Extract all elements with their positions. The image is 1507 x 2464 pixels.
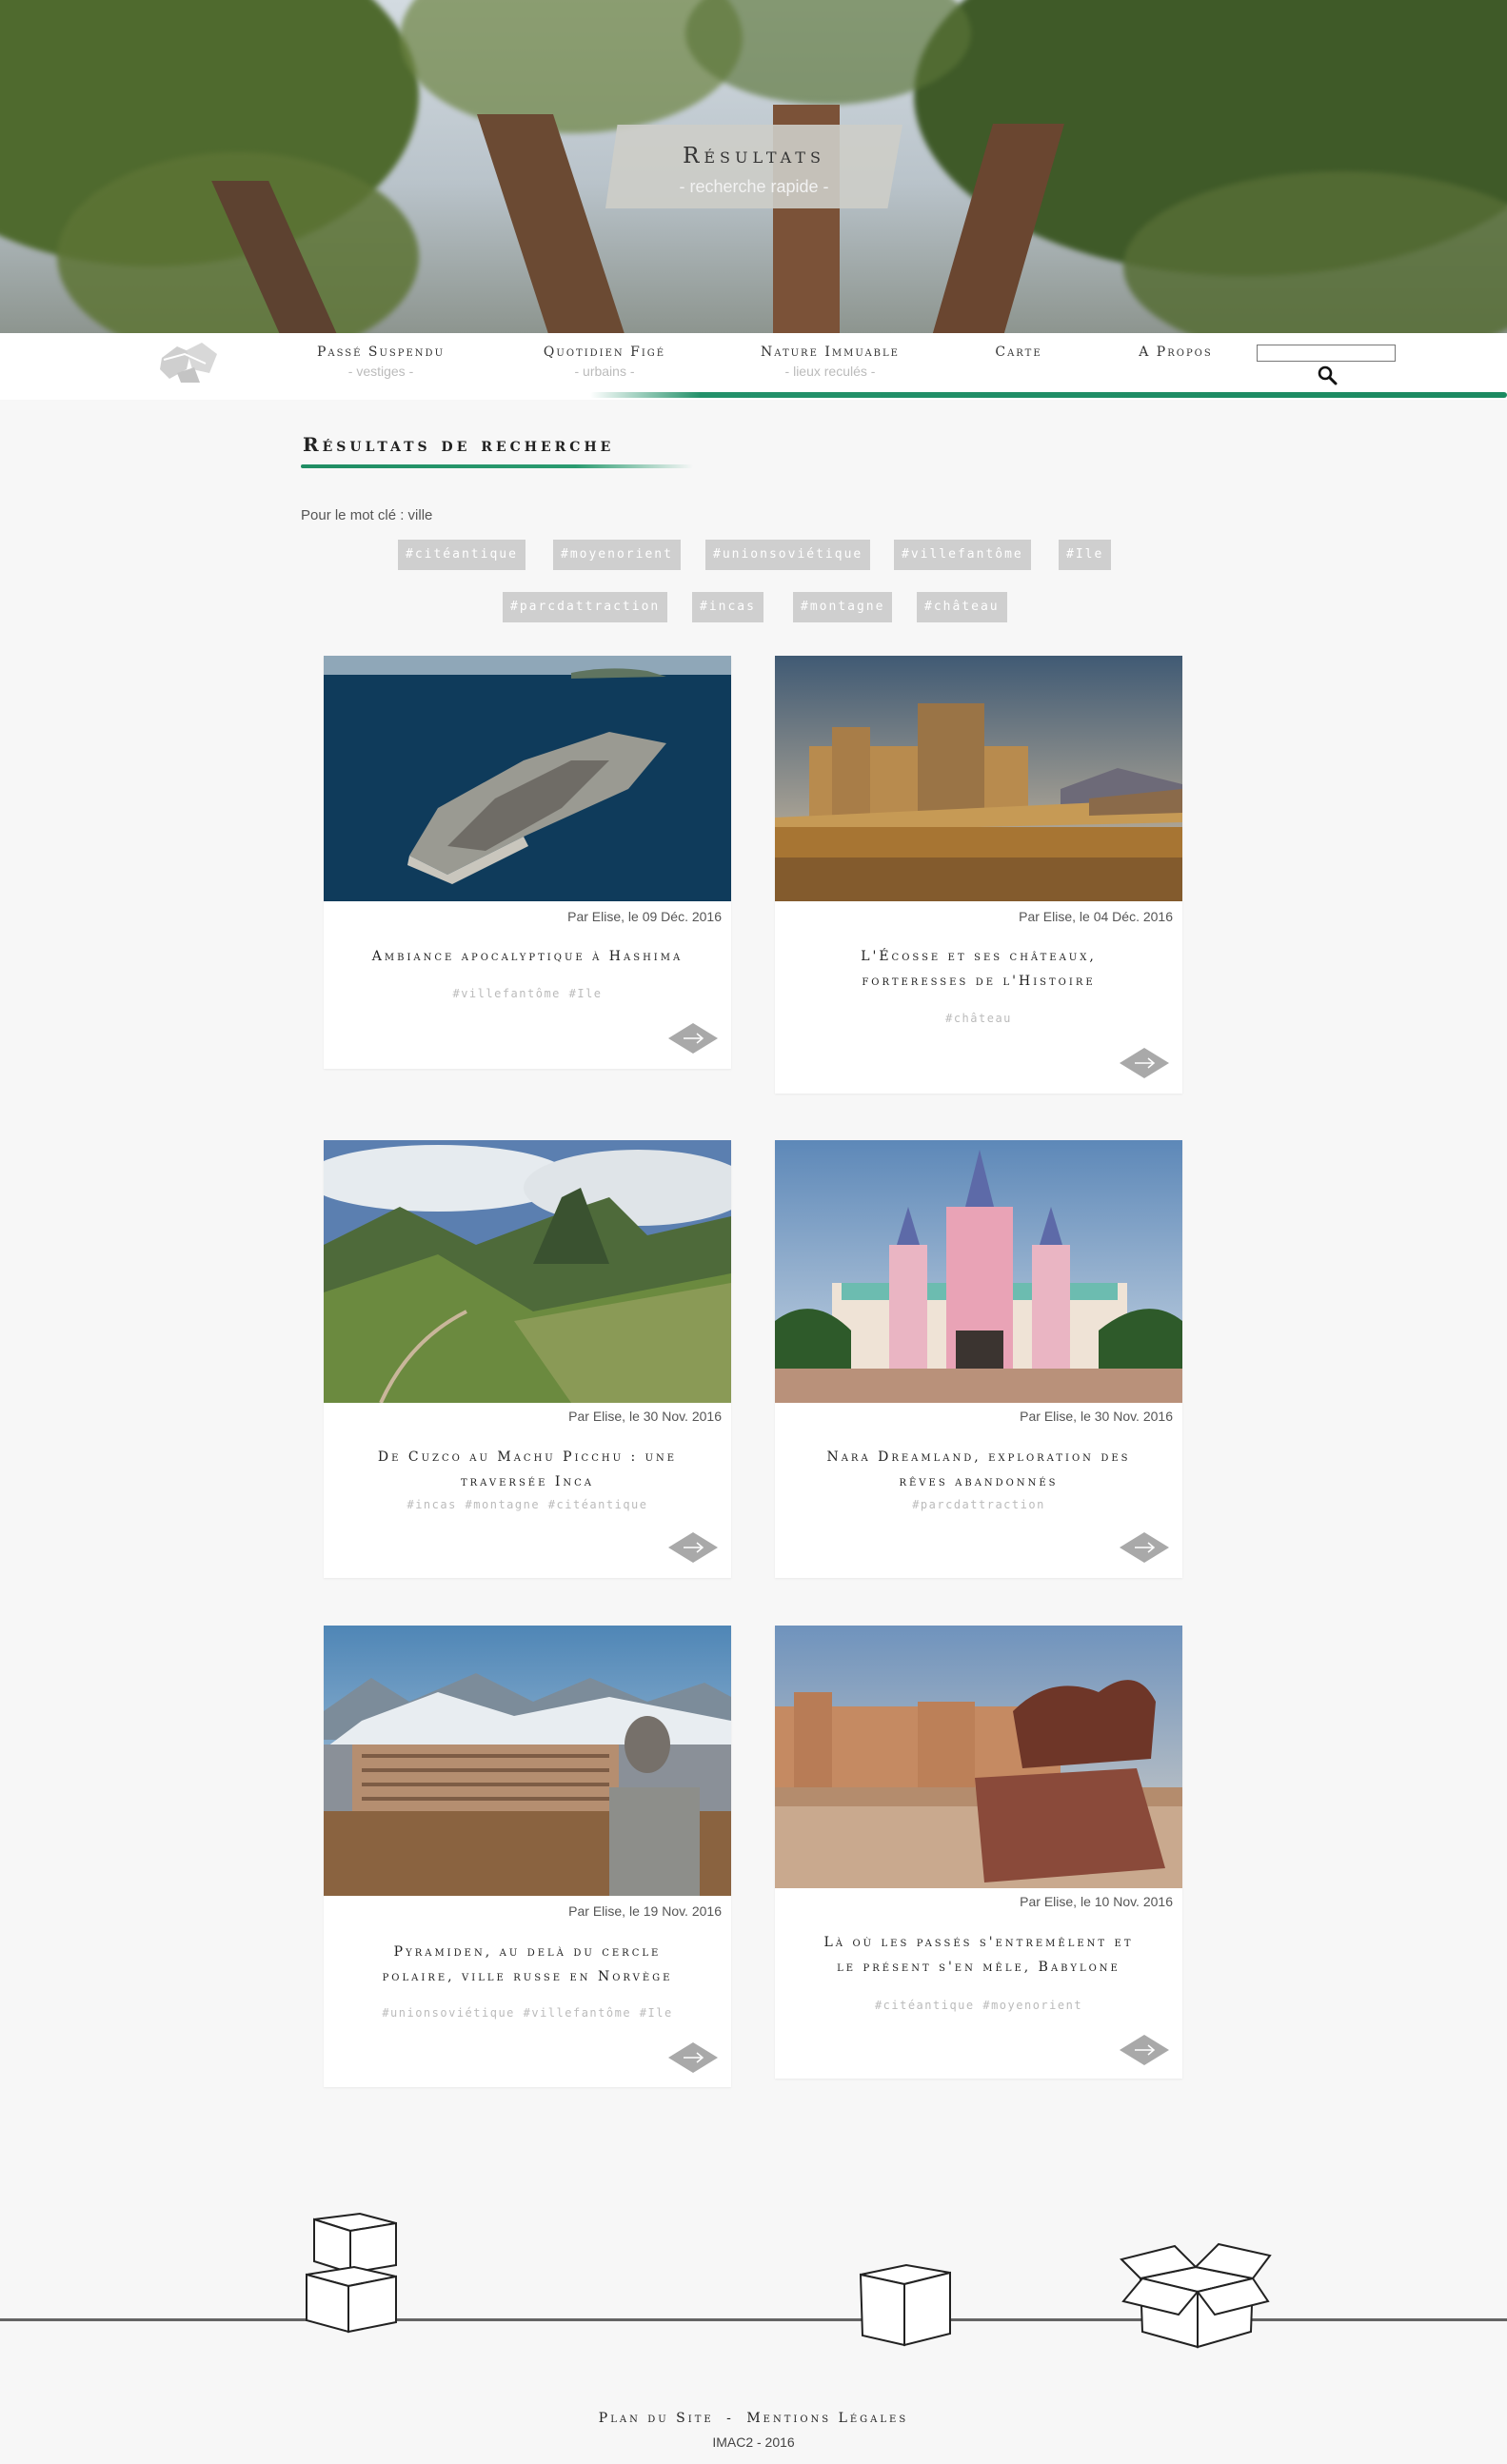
article-meta: Par Elise, le 09 Déc. 2016 xyxy=(567,909,722,924)
nav-item-label: Nature Immuable xyxy=(761,345,900,360)
article-tags: #château xyxy=(945,1012,1012,1025)
arrow-diamond-icon[interactable] xyxy=(666,2039,720,2077)
article-meta: Par Elise, le 30 Nov. 2016 xyxy=(568,1409,722,1424)
nav-item-carte[interactable]: Carte xyxy=(981,345,1057,360)
nav-item-sublabel: - urbains - xyxy=(574,364,635,379)
article-meta: Par Elise, le 10 Nov. 2016 xyxy=(1020,1894,1173,1909)
nav-item-label: A Propos xyxy=(1139,345,1213,360)
article-title[interactable]: L'Écosse et ses châteaux, forteresses de… xyxy=(823,944,1135,994)
tag-citeantique[interactable]: #citéantique xyxy=(398,540,525,570)
article-card-babylone[interactable]: Par Elise, le 10 Nov. 2016 Là où les pas… xyxy=(775,1626,1182,2079)
footer-ground-line xyxy=(0,2318,1507,2321)
tag-chateau[interactable]: #château xyxy=(917,592,1007,622)
footer-copyright: IMAC2 - 2016 xyxy=(712,2434,795,2450)
box-icon xyxy=(859,2263,951,2347)
nav-item-nature-immuable[interactable]: Nature Immuable - lieux reculés - xyxy=(744,345,916,379)
nav-item-sublabel: - vestiges - xyxy=(347,364,414,379)
tag-montagne[interactable]: #montagne xyxy=(793,592,893,622)
nav-item-label: Passé Suspendu xyxy=(316,345,445,360)
logo-icon[interactable] xyxy=(158,341,221,384)
box-icon xyxy=(306,2212,397,2334)
tag-villefantome[interactable]: #villefantôme xyxy=(894,540,1031,570)
nav-item-sublabel: - lieux reculés - xyxy=(784,364,876,379)
article-tags: #unionsoviétique #villefantôme #Ile xyxy=(382,2006,673,2020)
tag-parcdattraction[interactable]: #parcdattraction xyxy=(503,592,668,622)
article-image-ecosse xyxy=(775,656,1182,901)
article-title[interactable]: Nara Dreamland, exploration des rêves ab… xyxy=(823,1445,1135,1494)
article-image-hashima xyxy=(324,656,731,901)
article-card-pyramiden[interactable]: Par Elise, le 19 Nov. 2016 Pyramiden, au… xyxy=(324,1626,731,2087)
article-card-ecosse[interactable]: Par Elise, le 04 Déc. 2016 L'Écosse et s… xyxy=(775,656,1182,1094)
article-image-babylone xyxy=(775,1626,1182,1888)
tag-incas[interactable]: #incas xyxy=(692,592,763,622)
article-meta: Par Elise, le 19 Nov. 2016 xyxy=(568,1903,722,1919)
results-heading: Résultats de recherche xyxy=(303,433,615,456)
article-card-machu-picchu[interactable]: Par Elise, le 30 Nov. 2016 De Cuzco au M… xyxy=(324,1140,731,1578)
arrow-diamond-icon[interactable] xyxy=(1118,2031,1171,2069)
arrow-diamond-icon[interactable] xyxy=(1118,1528,1171,1567)
article-card-hashima[interactable]: Par Elise, le 09 Déc. 2016 Ambiance apoc… xyxy=(324,656,731,1069)
footer-link-plan[interactable]: Plan du Site xyxy=(599,2411,714,2426)
arrow-diamond-icon[interactable] xyxy=(666,1528,720,1567)
nav-item-a-propos[interactable]: A Propos xyxy=(1123,345,1228,360)
box-icon xyxy=(1120,2242,1272,2349)
article-card-nara-dreamland[interactable]: Par Elise, le 30 Nov. 2016 Nara Dreamlan… xyxy=(775,1140,1182,1578)
nav-item-label: Quotidien Figé xyxy=(543,345,666,360)
arrow-diamond-icon[interactable] xyxy=(666,1019,720,1057)
tag-moyenorient[interactable]: #moyenorient xyxy=(553,540,681,570)
nav-item-label: Carte xyxy=(995,345,1042,360)
results-heading-underline xyxy=(301,464,693,468)
search-input[interactable] xyxy=(1257,345,1396,362)
article-tags: #parcdattraction xyxy=(912,1498,1045,1511)
article-title[interactable]: Ambiance apocalyptique à Hashima xyxy=(371,944,684,969)
article-image-nara-dreamland xyxy=(775,1140,1182,1403)
page-subtitle: - recherche rapide - xyxy=(679,177,829,196)
article-title[interactable]: Là où les passés s'entremêlent et le pré… xyxy=(823,1930,1135,1980)
footer-link-legal[interactable]: Mentions Légales xyxy=(746,2411,908,2426)
arrow-diamond-icon[interactable] xyxy=(1118,1044,1171,1082)
footer-separator: - xyxy=(726,2411,734,2426)
search-keyword-line: Pour le mot clé : ville xyxy=(301,507,433,523)
tag-unionsovietique[interactable]: #unionsoviétique xyxy=(705,540,871,570)
nav-item-quotidien-fige[interactable]: Quotidien Figé - urbains - xyxy=(526,345,683,379)
article-tags: #villefantôme #Ile xyxy=(452,987,603,1000)
footer-links: Plan du Site - Mentions Légales xyxy=(0,2411,1507,2426)
article-image-machu-picchu xyxy=(324,1140,731,1403)
article-title[interactable]: Pyramiden, au delà du cercle polaire, vi… xyxy=(371,1940,684,1989)
tag-ile[interactable]: #Ile xyxy=(1059,540,1112,570)
article-tags: #incas #montagne #citéantique xyxy=(406,1498,648,1511)
article-meta: Par Elise, le 30 Nov. 2016 xyxy=(1020,1409,1173,1424)
article-title[interactable]: De Cuzco au Machu Picchu : une traversée… xyxy=(371,1445,684,1494)
nav-item-passe-suspendu[interactable]: Passé Suspendu - vestiges - xyxy=(303,345,459,379)
article-tags: #citéantique #moyenorient xyxy=(874,1999,1083,2012)
nav-accent-line xyxy=(590,392,1507,398)
page-title: Résultats xyxy=(683,144,825,168)
article-meta: Par Elise, le 04 Déc. 2016 xyxy=(1019,909,1173,924)
article-image-pyramiden xyxy=(324,1626,731,1896)
search-icon[interactable] xyxy=(1317,365,1338,385)
